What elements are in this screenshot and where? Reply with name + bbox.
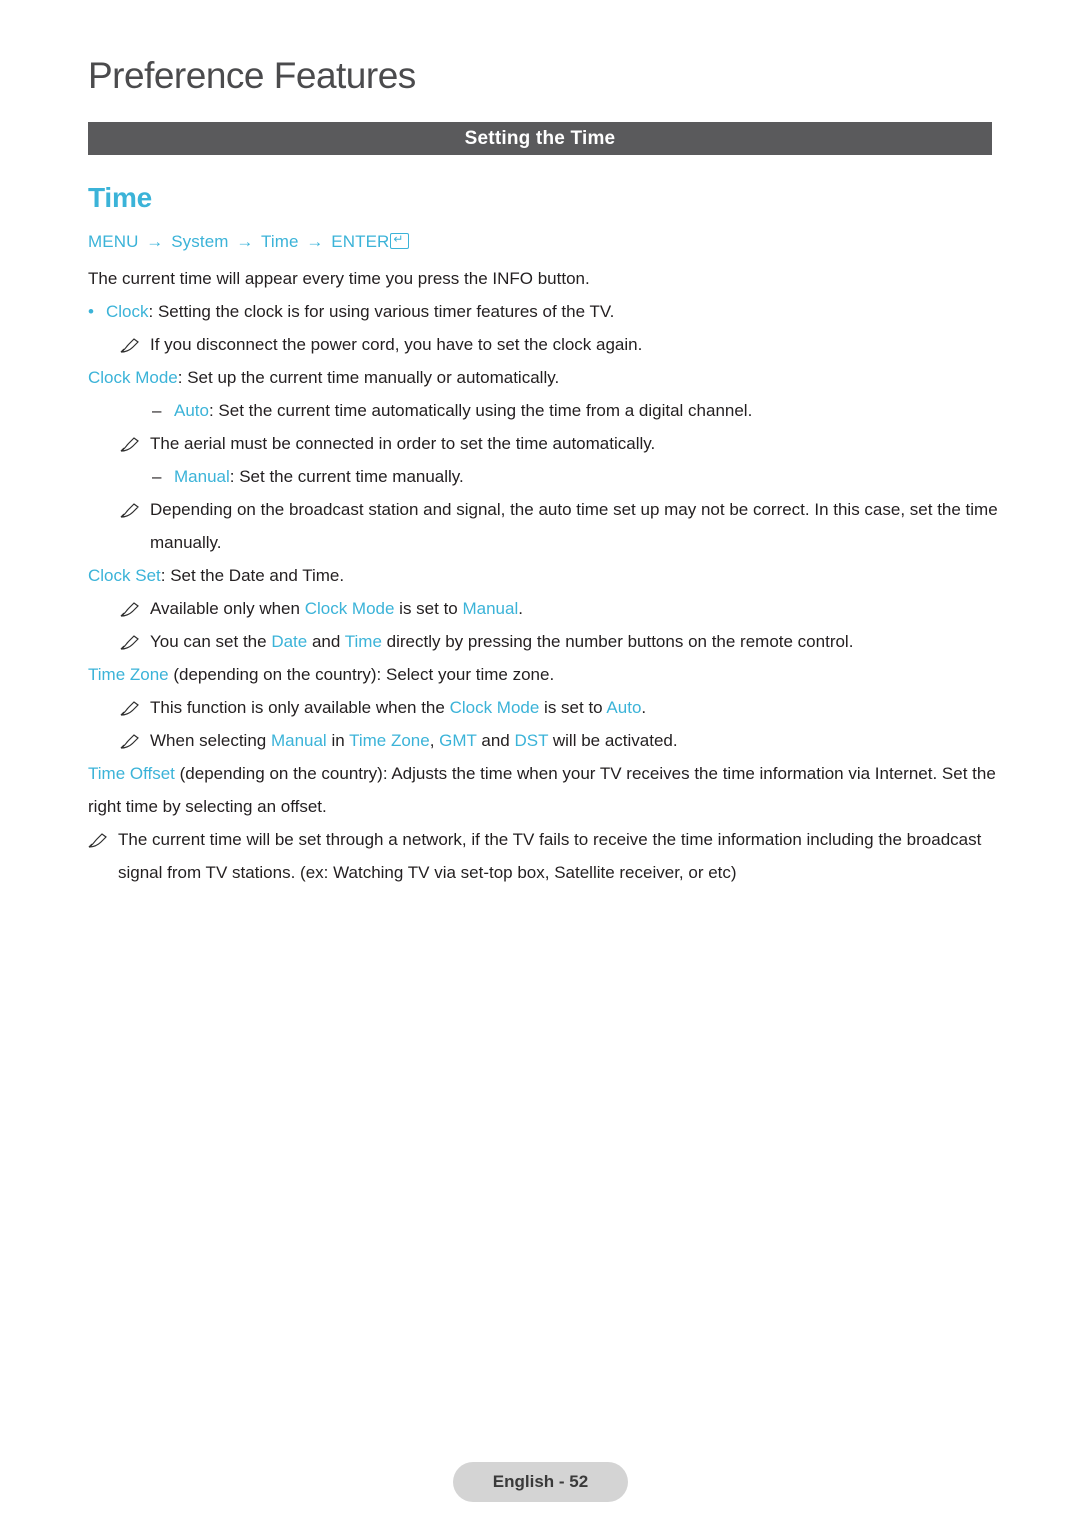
- note-pencil-icon: [120, 493, 150, 526]
- note-available-mid: is set to: [394, 599, 463, 618]
- clock-mode-row: Clock Mode: Set up the current time manu…: [88, 361, 1000, 394]
- chapter-title: Preference Features: [88, 55, 416, 96]
- manual-row-text: Manual: Set the current time manually.: [174, 460, 1000, 493]
- section-title-text: Setting the Time: [464, 127, 616, 149]
- note-depending-text: Depending on the broadcast station and s…: [150, 500, 998, 552]
- manual-label: Manual: [174, 467, 230, 486]
- bullet-icon: [88, 295, 106, 328]
- note-selecting-row: When selecting Manual in Time Zone, GMT …: [120, 724, 1000, 757]
- menu-path-menu: MENU: [88, 232, 139, 251]
- menu-path-arrow-1: →: [146, 232, 164, 251]
- note-pencil-icon: [120, 724, 150, 757]
- auto-row-text: Auto: Set the current time automatically…: [174, 394, 1000, 427]
- note-pencil-icon: [120, 691, 150, 724]
- dash-icon: [152, 460, 174, 493]
- note-function-clock-mode: Clock Mode: [449, 698, 540, 717]
- clock-set-row: Clock Set: Set the Date and Time.: [88, 559, 1000, 592]
- note-selecting-dst: DST: [514, 731, 549, 750]
- note-network-text: The current time will be set through a n…: [118, 830, 982, 882]
- topic-heading: Time: [88, 182, 153, 213]
- manual-text: : Set the current time manually.: [229, 467, 464, 486]
- page: Preference Features Setting the Time Tim…: [0, 0, 1080, 1534]
- clock-mode-text: : Set up the current time manually or au…: [177, 368, 560, 387]
- note-function-end: .: [641, 698, 647, 717]
- note-numbers-end: directly by pressing the number buttons …: [381, 632, 854, 651]
- note-function-mid: is set to: [539, 698, 607, 717]
- menu-path-arrow-3: →: [306, 232, 324, 251]
- menu-path-system: System: [171, 232, 229, 251]
- dash-icon: [152, 394, 174, 427]
- time-zone-row: Time Zone (depending on the country): Se…: [88, 658, 1000, 691]
- note-available-manual: Manual: [462, 599, 519, 618]
- manual-row: Manual: Set the current time manually.: [152, 460, 1000, 493]
- note-pencil-icon: [120, 592, 150, 625]
- note-selecting-manual: Manual: [270, 731, 327, 750]
- clock-text: : Setting the clock is for using various…: [148, 302, 615, 321]
- clock-set-text: : Set the Date and Time.: [160, 566, 345, 585]
- note-available-clock-mode: Clock Mode: [304, 599, 395, 618]
- time-offset-label: Time Offset: [88, 764, 175, 783]
- note-aerial-text: The aerial must be connected in order to…: [150, 434, 656, 453]
- page-number-label: English - 52: [492, 1472, 589, 1491]
- page-footer: English - 52: [453, 1462, 628, 1502]
- note-selecting-and: and: [476, 731, 515, 750]
- note-selecting-comma: ,: [429, 731, 440, 750]
- note-function-auto: Auto: [606, 698, 642, 717]
- time-offset-text: (depending on the country): Adjusts the …: [88, 764, 996, 816]
- note-pencil-icon: [120, 328, 150, 361]
- menu-path-time: Time: [260, 232, 299, 251]
- time-offset-row: Time Offset (depending on the country): …: [88, 757, 1000, 823]
- note-selecting-in: in: [326, 731, 350, 750]
- time-zone-label: Time Zone: [88, 665, 169, 684]
- note-available-pre: Available only when: [150, 599, 305, 618]
- note-depending-row: Depending on the broadcast station and s…: [120, 493, 1000, 559]
- auto-row: Auto: Set the current time automatically…: [152, 394, 1000, 427]
- note-numbers-time: Time: [344, 632, 382, 651]
- document-content: Time MENU → System → Time → ENTER The cu…: [88, 182, 1000, 889]
- note-pencil-icon: [120, 427, 150, 460]
- clock-bullet-row: Clock: Setting the clock is for using va…: [88, 295, 1000, 328]
- note-numbers-row: You can set the Date and Time directly b…: [120, 625, 1000, 658]
- note-pencil-icon: [120, 625, 150, 658]
- note-aerial-row: The aerial must be connected in order to…: [120, 427, 1000, 460]
- note-function-text: This function is only available when the…: [150, 691, 1000, 724]
- menu-path-arrow-2: →: [236, 232, 254, 251]
- note-selecting-gmt: GMT: [439, 731, 477, 750]
- menu-path-enter: ENTER: [331, 232, 390, 251]
- note-numbers-date: Date: [271, 632, 308, 651]
- enter-key-icon: [390, 231, 410, 249]
- section-title-bar: Setting the Time: [88, 122, 992, 155]
- note-function-row: This function is only available when the…: [120, 691, 1000, 724]
- note-power-cord-text: If you disconnect the power cord, you ha…: [150, 335, 643, 354]
- note-selecting-time-zone: Time Zone: [349, 731, 430, 750]
- note-available-row: Available only when Clock Mode is set to…: [120, 592, 1000, 625]
- note-selecting-pre: When selecting: [150, 731, 271, 750]
- auto-text: : Set the current time automatically usi…: [208, 401, 753, 420]
- clock-mode-label: Clock Mode: [88, 368, 178, 387]
- note-numbers-pre: You can set the: [150, 632, 272, 651]
- clock-label: Clock: [106, 302, 149, 321]
- note-numbers-and: and: [307, 632, 345, 651]
- note-selecting-text: When selecting Manual in Time Zone, GMT …: [150, 724, 1000, 757]
- clock-set-label: Clock Set: [88, 566, 161, 585]
- note-pencil-icon: [88, 823, 118, 856]
- clock-bullet-text: Clock: Setting the clock is for using va…: [106, 295, 1000, 328]
- note-numbers-text: You can set the Date and Time directly b…: [150, 625, 1000, 658]
- menu-path: MENU → System → Time → ENTER: [88, 231, 1000, 252]
- note-function-pre: This function is only available when the: [150, 698, 450, 717]
- auto-label: Auto: [174, 401, 209, 420]
- note-available-end: .: [518, 599, 523, 618]
- note-available-text: Available only when Clock Mode is set to…: [150, 592, 1000, 625]
- time-zone-text: (depending on the country): Select your …: [168, 665, 555, 684]
- intro-text: The current time will appear every time …: [88, 269, 590, 288]
- note-power-cord-row: If you disconnect the power cord, you ha…: [120, 328, 1000, 361]
- note-network-row: The current time will be set through a n…: [88, 823, 1000, 889]
- note-selecting-end: will be activated.: [548, 731, 678, 750]
